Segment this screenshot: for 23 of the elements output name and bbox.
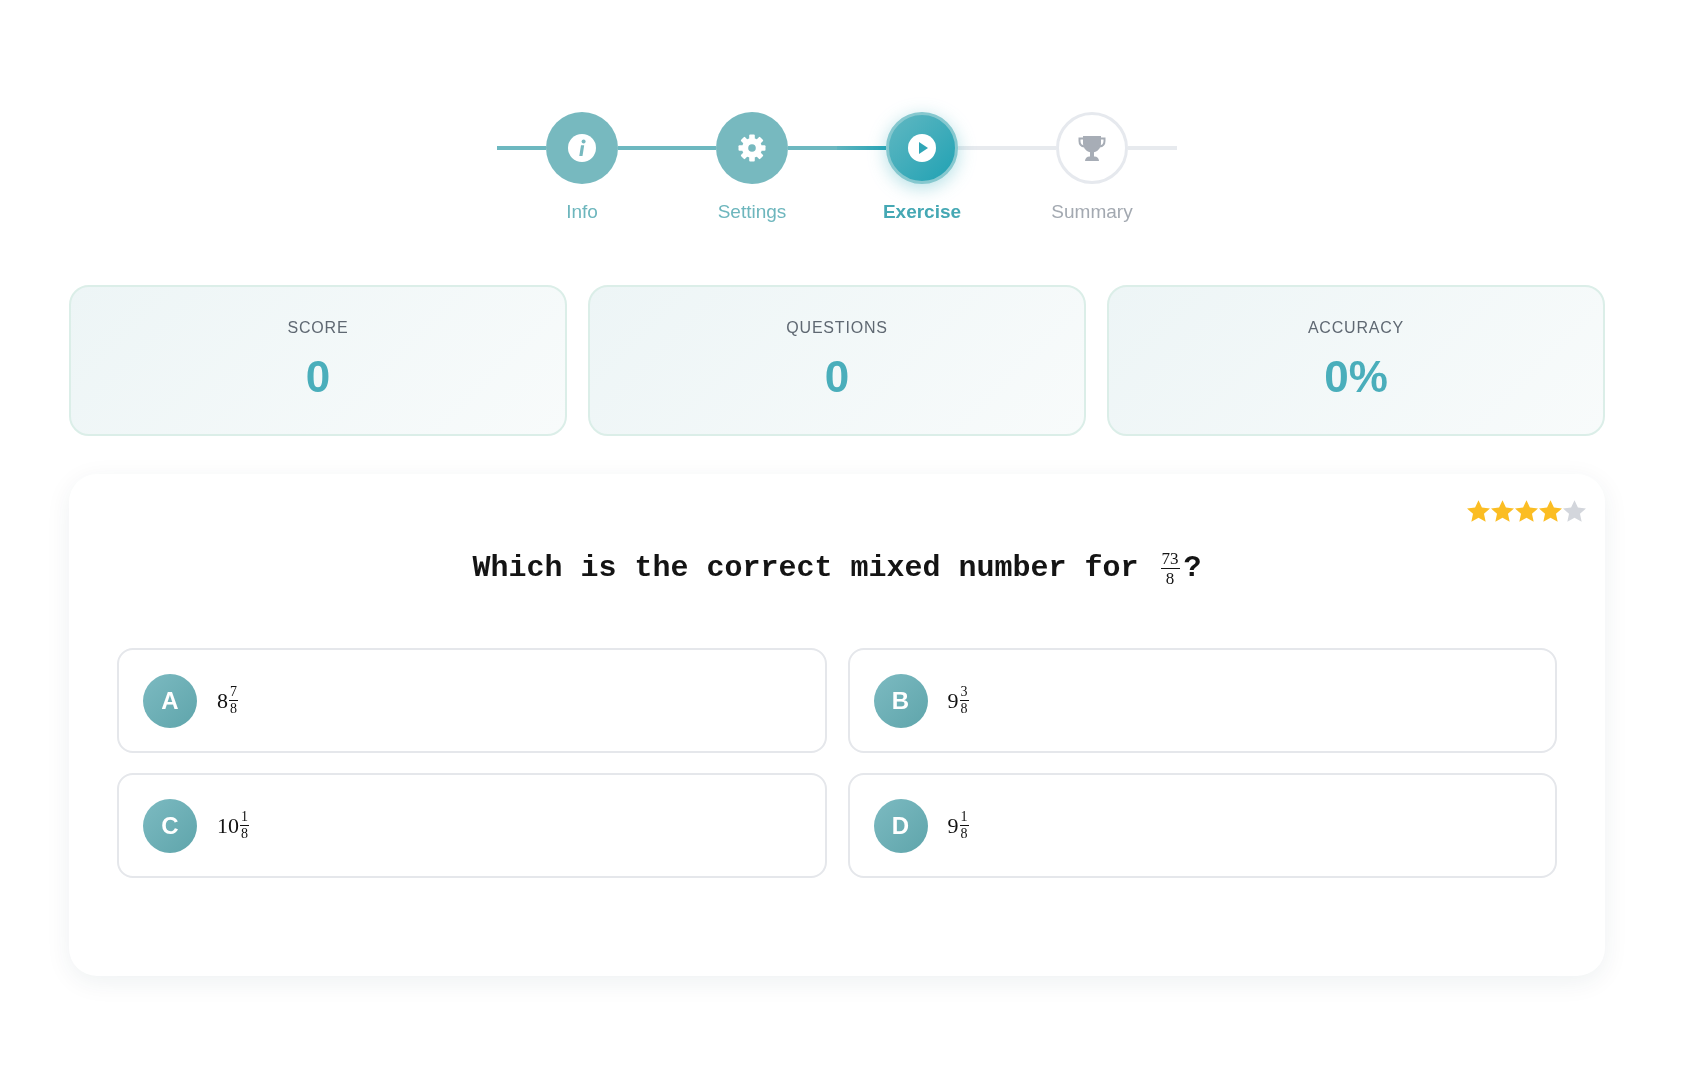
letter-badge: B — [873, 673, 928, 728]
trophy-icon[interactable] — [1056, 112, 1128, 184]
step-label: Exercise — [882, 200, 962, 224]
stat-label: QUESTIONS — [786, 318, 888, 338]
stat-value: 0 — [305, 352, 331, 402]
letter-badge: C — [143, 798, 197, 853]
letter-badge: D — [873, 798, 928, 853]
letter-badge: A — [143, 673, 197, 728]
stat-value: 0% — [1324, 352, 1388, 402]
star-icon — [1491, 500, 1514, 522]
step-label: Summary — [1051, 200, 1133, 224]
stat-value: 0 — [824, 352, 850, 402]
step-label: Info — [566, 200, 598, 224]
play-icon[interactable] — [886, 112, 958, 184]
info-icon[interactable] — [546, 112, 618, 184]
step-label: Settings — [717, 200, 787, 224]
stat-label: ACCURACY — [1307, 318, 1405, 338]
star-icon — [1467, 500, 1490, 522]
star-icon — [1563, 500, 1586, 522]
star-icon — [1539, 500, 1562, 522]
stat-label: SCORE — [287, 318, 349, 338]
star-icon — [1515, 500, 1538, 522]
gear-icon[interactable] — [716, 112, 788, 184]
